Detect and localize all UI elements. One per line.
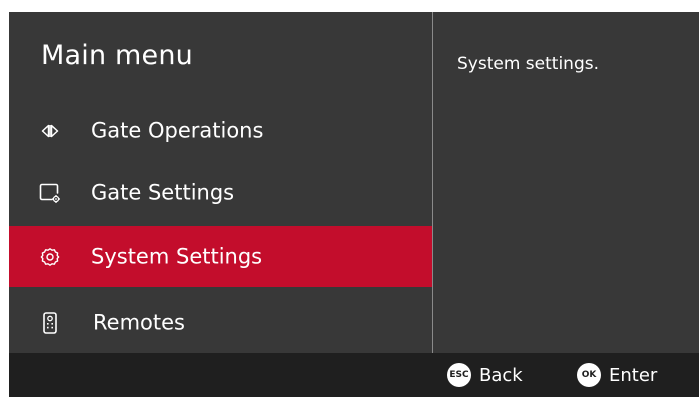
menu-item-gate-operations[interactable]: Gate Operations [9, 100, 432, 161]
gate-operations-icon [39, 120, 61, 142]
main-menu-panel: Main menu Gate Operations Gate Settings … [9, 12, 432, 353]
menu-item-gate-settings[interactable]: Gate Settings [9, 162, 432, 223]
item-description: System settings. [457, 54, 599, 74]
menu-title: Main menu [41, 40, 193, 71]
esc-key-icon: ESC [447, 363, 471, 387]
menu-item-system-settings[interactable]: System Settings [9, 226, 432, 287]
ok-key-icon: OK [577, 363, 601, 387]
gate-settings-icon [39, 182, 61, 204]
menu-item-remotes[interactable]: Remotes [9, 292, 432, 353]
enter-hint[interactable]: OK Enter [577, 353, 657, 397]
footer-hint-bar: ESC Back OK Enter [9, 353, 699, 397]
remote-icon [39, 311, 61, 334]
gear-icon [39, 246, 61, 268]
back-label: Back [479, 364, 523, 386]
enter-label: Enter [609, 364, 658, 386]
back-hint[interactable]: ESC Back [447, 353, 523, 397]
menu-item-label: Gate Settings [91, 180, 235, 205]
device-screen: Main menu Gate Operations Gate Settings … [9, 12, 699, 397]
menu-item-label: Remotes [93, 310, 185, 335]
detail-panel: System settings. [433, 12, 699, 353]
menu-item-label: Gate Operations [91, 118, 264, 143]
menu-item-label: System Settings [91, 244, 263, 269]
